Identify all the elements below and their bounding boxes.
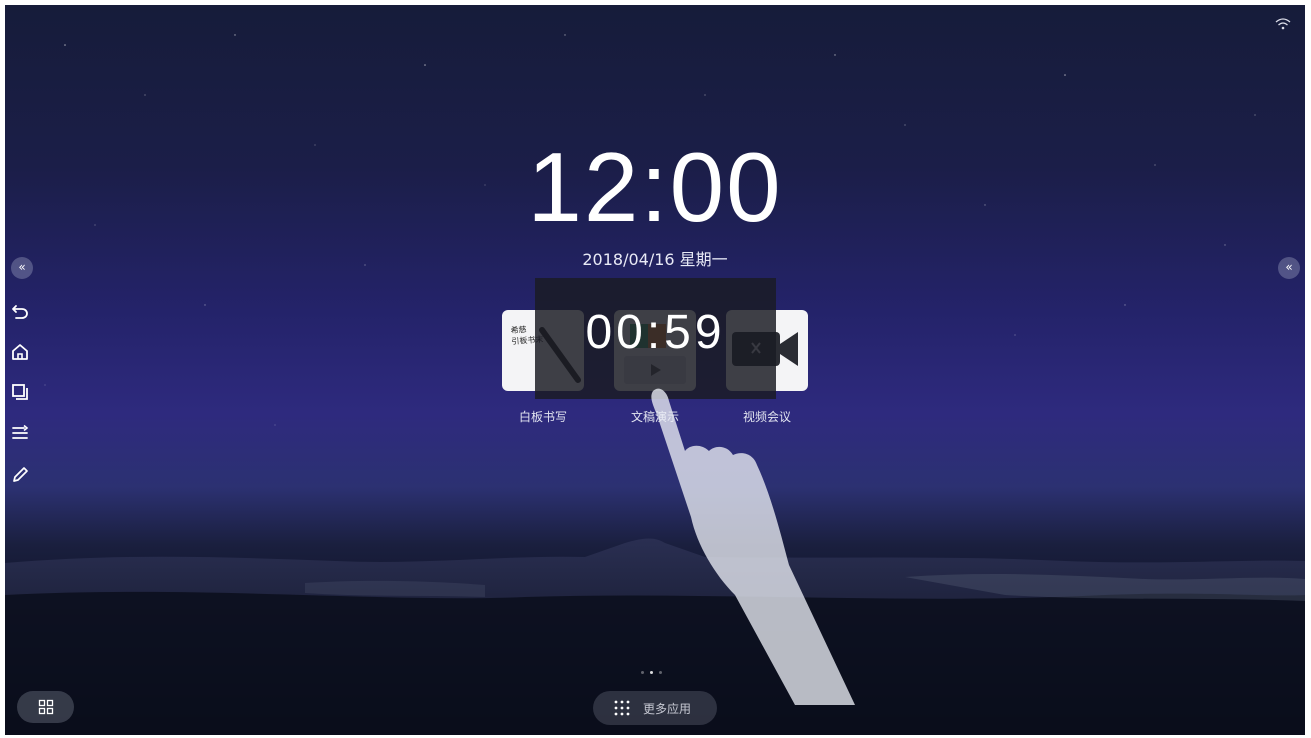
countdown-timer: 00:59 — [585, 306, 726, 359]
more-apps-label: 更多应用 — [643, 702, 692, 716]
home-icon[interactable] — [10, 342, 30, 362]
wifi-icon — [1275, 18, 1291, 30]
pen-icon[interactable] — [10, 465, 30, 485]
desktop-screen: 12:00 2018/04/16 星期一 希慈 引板书末 白板书写 文稿演示 视… — [5, 5, 1305, 735]
touch-hand-illustration — [651, 388, 855, 705]
back-icon[interactable] — [10, 301, 30, 321]
page-dot[interactable] — [641, 671, 644, 674]
left-toolbar-collapse-button[interactable]: « — [11, 257, 33, 279]
right-toolbar-collapse-button[interactable]: « — [1278, 257, 1300, 279]
page-dot-active[interactable] — [650, 671, 653, 674]
clock-date: 2018/04/16 星期一 — [582, 250, 728, 269]
clock-time: 12:00 — [527, 132, 783, 242]
start-menu-button[interactable] — [17, 691, 74, 723]
apps-grid-icon — [614, 700, 630, 716]
more-apps-button[interactable]: 更多应用 — [593, 691, 717, 725]
page-dot[interactable] — [659, 671, 662, 674]
list-icon[interactable] — [10, 423, 30, 443]
whiteboard-app-label[interactable]: 白板书写 — [493, 408, 593, 425]
windows-icon[interactable] — [10, 382, 30, 402]
windows-icon — [38, 699, 54, 715]
